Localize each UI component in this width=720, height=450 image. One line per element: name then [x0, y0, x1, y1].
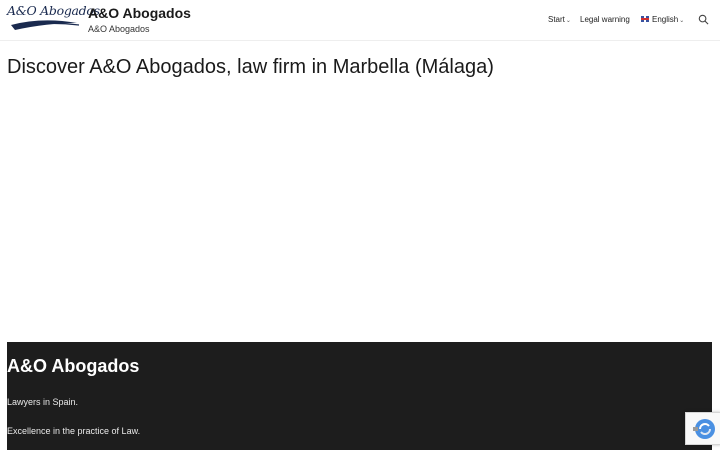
site-header: A&O Abogados A&O Abogados A&O Abogados S…	[0, 0, 720, 41]
nav-item-legal-warning[interactable]: Legal warning	[580, 15, 630, 24]
recaptcha-badge[interactable]	[685, 412, 720, 445]
nav-item-start[interactable]: Start⌄	[548, 15, 571, 24]
nav-item-start-label: Start	[548, 15, 565, 24]
chevron-down-icon: ⌄	[565, 18, 571, 24]
footer-text-lawyers: Lawyers in Spain.	[7, 397, 79, 407]
recaptcha-icon	[693, 419, 715, 439]
footer-text-excellence: Excellence in the practice of Law.	[7, 426, 141, 436]
uk-flag-icon	[641, 16, 649, 22]
search-icon[interactable]	[698, 14, 709, 25]
logo-swoosh	[11, 20, 80, 30]
page-title: Discover A&O Abogados, law firm in Marbe…	[7, 56, 494, 78]
site-title[interactable]: A&O Abogados	[88, 5, 191, 21]
footer: A&O Abogados Lawyers in Spain. Excellenc…	[7, 342, 712, 450]
site-tagline: A&O Abogados	[88, 24, 150, 34]
nav-item-language[interactable]: English⌄	[641, 15, 684, 24]
chevron-down-icon: ⌄	[679, 18, 685, 24]
logo[interactable]: A&O Abogados	[7, 3, 100, 31]
footer-title: A&O Abogados	[7, 356, 140, 376]
nav-item-language-label: English	[652, 15, 679, 24]
nav-item-legal-warning-label: Legal warning	[580, 15, 630, 24]
